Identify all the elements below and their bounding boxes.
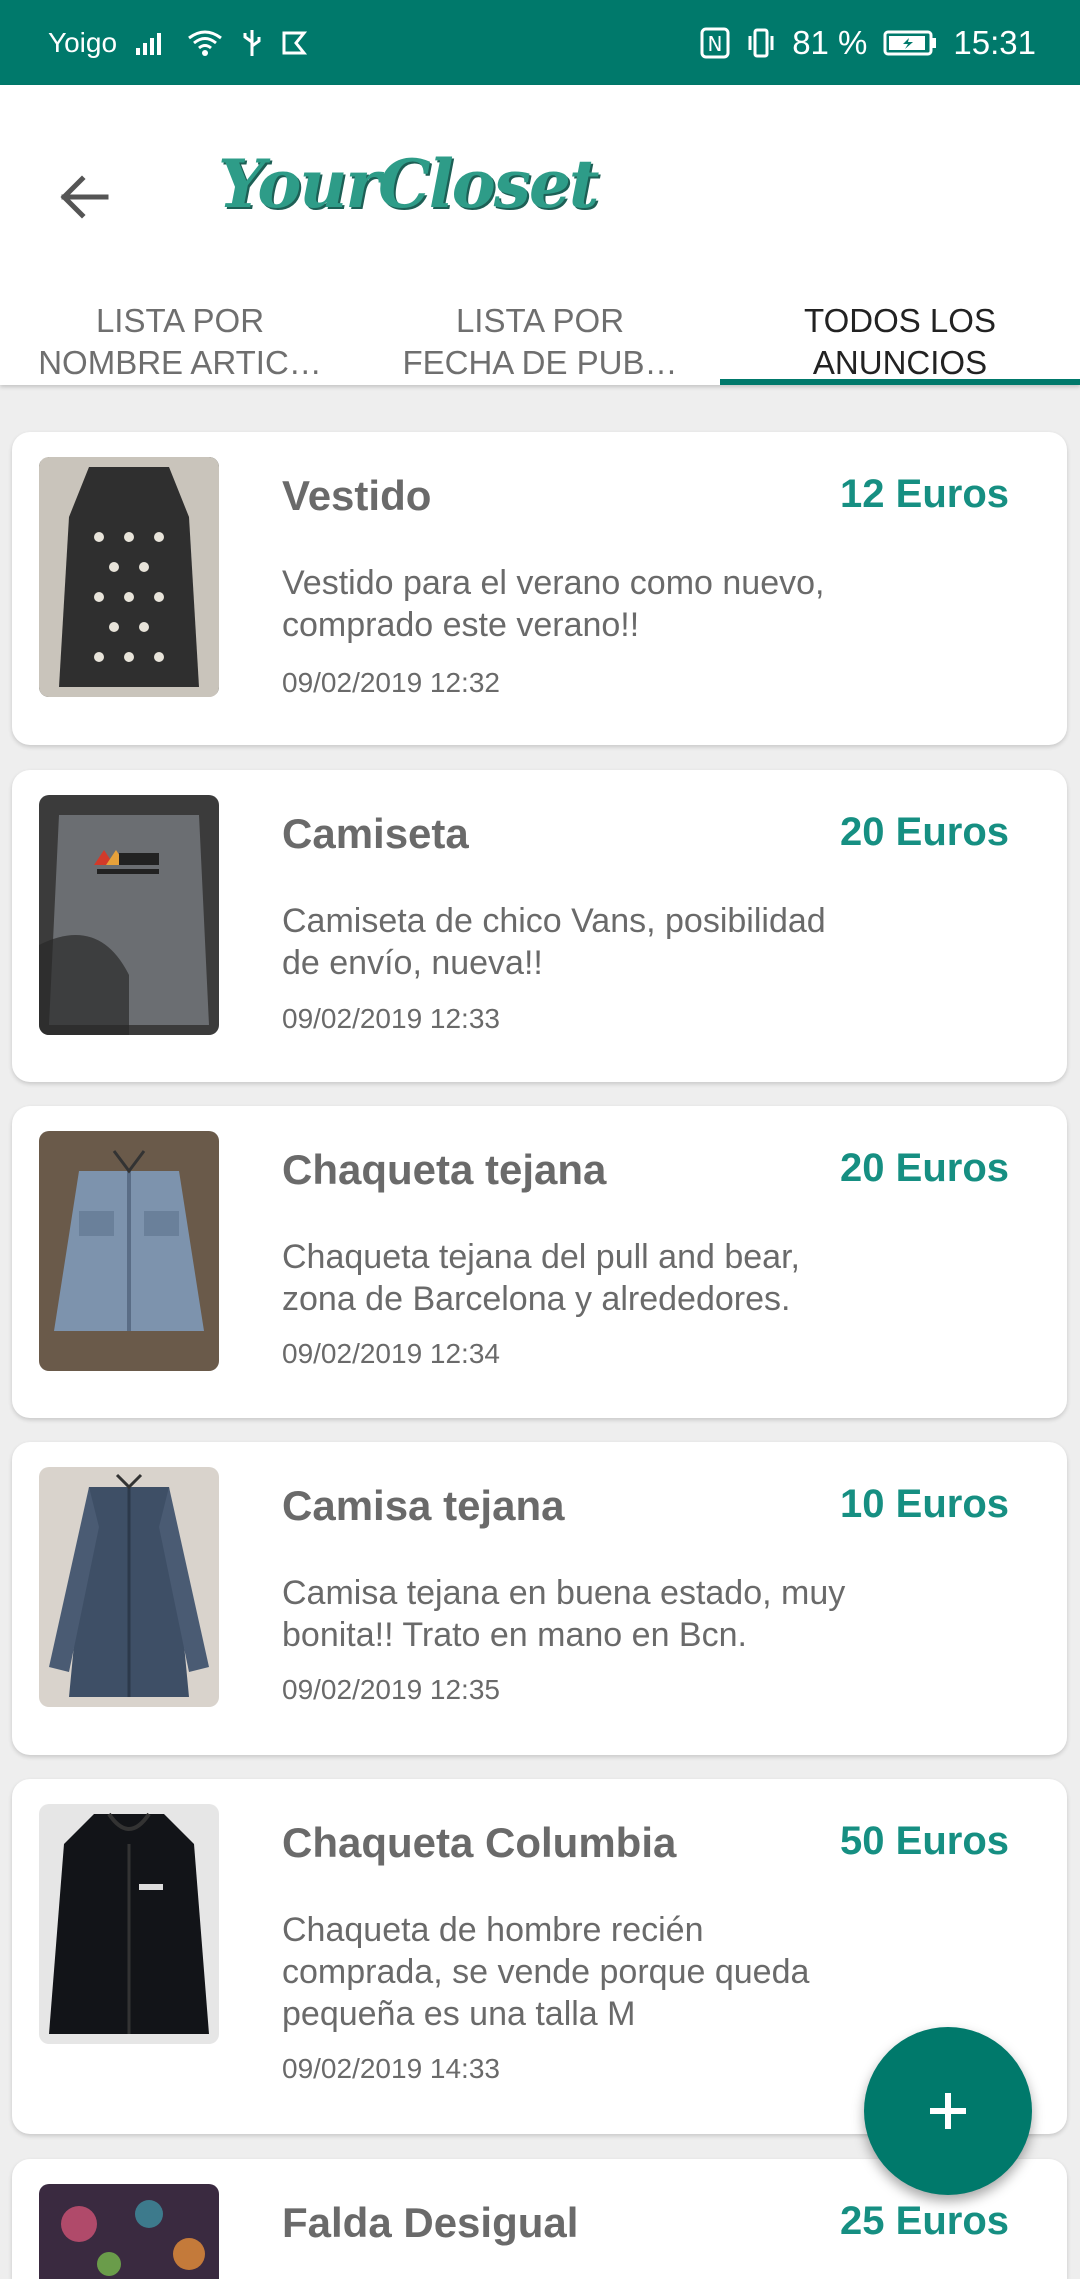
listing-thumbnail: [39, 1467, 219, 1707]
listing-description: Vestido para el verano como nuevo, compr…: [282, 564, 825, 644]
listing-thumbnail: [39, 1131, 219, 1371]
tab-all-listings[interactable]: TODOS LOS ANUNCIOS: [720, 300, 1080, 385]
vibrate-icon: [746, 27, 776, 59]
tab-label: LISTA POR FECHA DE PUB…: [402, 302, 678, 381]
listing-thumbnail: [39, 2184, 219, 2279]
app-logo: YourCloset: [218, 145, 599, 223]
listing-price: 25 Euros: [840, 2199, 1009, 2243]
listing-price: 10 Euros: [840, 1482, 1009, 1526]
svg-text:N: N: [708, 32, 723, 56]
battery-percentage: 81 %: [792, 23, 868, 61]
listing-title: Chaqueta Columbia: [282, 1819, 677, 1866]
listing-description: Camisa tejana en buena estado, muy bonit…: [282, 1574, 846, 1654]
wifi-icon: [187, 29, 223, 57]
listing-price: 20 Euros: [840, 1146, 1009, 1190]
battery-icon: [883, 29, 937, 57]
listing-thumbnail: [39, 795, 219, 1035]
tab-label: LISTA POR NOMBRE ARTIC…: [38, 302, 322, 381]
tab-bar: LISTA POR NOMBRE ARTIC… LISTA POR FECHA …: [0, 300, 1080, 385]
plus-icon: [930, 2093, 966, 2129]
listing-thumbnail: [39, 1804, 219, 2044]
listing-card[interactable]: Camisa tejana 10 Euros Camisa tejana en …: [12, 1442, 1067, 1755]
listing-description: Chaqueta tejana del pull and bear, zona …: [282, 1238, 800, 1318]
listing-thumbnail: [39, 457, 219, 697]
listing-date: 09/02/2019 12:33: [282, 1003, 500, 1034]
listing-title: Camisa tejana: [282, 1482, 565, 1529]
usb-icon: [241, 28, 263, 58]
listing-price: 12 Euros: [840, 472, 1009, 516]
notification-flag-icon: [281, 30, 308, 56]
app-bar: YourCloset LISTA POR NOMBRE ARTIC… LISTA…: [0, 85, 1080, 385]
nfc-icon: N: [700, 27, 730, 59]
listing-title: Chaqueta tejana: [282, 1146, 607, 1193]
listing-title: Camiseta: [282, 810, 469, 857]
arrow-left-icon: [60, 175, 109, 219]
listing-title: Falda Desigual: [282, 2199, 579, 2246]
listing-description: Camiseta de chico Vans, posibilidad de e…: [282, 902, 826, 982]
listing-date: 09/02/2019 12:35: [282, 1674, 500, 1705]
listing-title: Vestido: [282, 472, 432, 519]
signal-icon: [135, 30, 169, 56]
carrier-label: Yoigo: [48, 26, 118, 58]
tab-list-by-name[interactable]: LISTA POR NOMBRE ARTIC…: [0, 300, 360, 385]
add-listing-button[interactable]: [864, 2027, 1032, 2195]
listing-date: 09/02/2019 12:34: [282, 1338, 500, 1369]
listing-card[interactable]: Camiseta 20 Euros Camiseta de chico Vans…: [12, 770, 1067, 1082]
listing-date: 09/02/2019 12:32: [282, 667, 500, 698]
back-button[interactable]: [52, 165, 116, 229]
listing-date: 09/02/2019 14:33: [282, 2053, 500, 2084]
listing-price: 20 Euros: [840, 810, 1009, 854]
tab-list-by-date[interactable]: LISTA POR FECHA DE PUB…: [360, 300, 720, 385]
status-bar: Yoigo N 81 % 15:31: [0, 0, 1080, 85]
listing-description: Chaqueta de hombre recién comprada, se v…: [282, 1911, 810, 2033]
tab-label: TODOS LOS ANUNCIOS: [804, 302, 996, 381]
listing-card[interactable]: Vestido 12 Euros Vestido para el verano …: [12, 432, 1067, 745]
listing-price: 50 Euros: [840, 1819, 1009, 1863]
listing-card[interactable]: Chaqueta tejana 20 Euros Chaqueta tejana…: [12, 1106, 1067, 1418]
clock: 15:31: [953, 23, 1036, 61]
